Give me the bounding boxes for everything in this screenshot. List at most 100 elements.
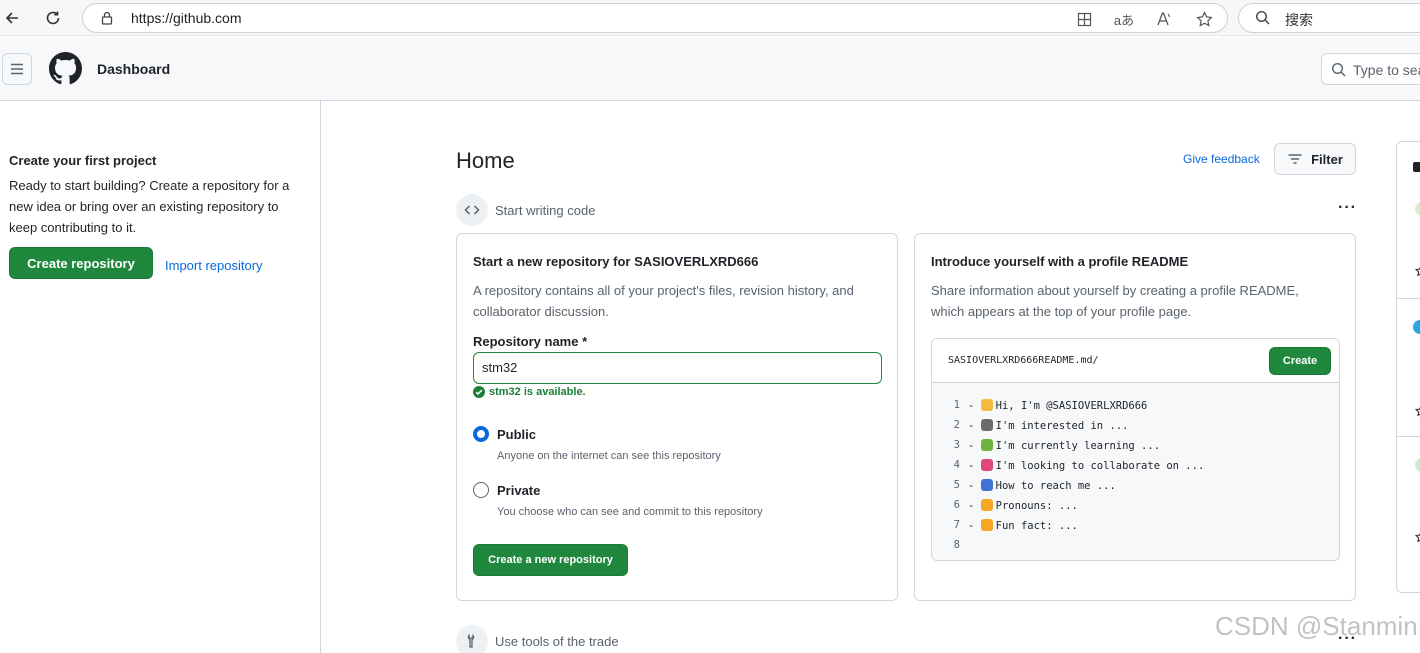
browser-toolbar: https://github.com aあ 搜索: [0, 0, 1420, 36]
line-text: - I'm looking to collaborate on ...: [968, 458, 1205, 472]
github-logo-icon[interactable]: [49, 52, 82, 85]
avatar: [1413, 320, 1420, 334]
readme-code-line: 5 - How to reach me ...: [932, 475, 1339, 495]
card-description: A repository contains all of your projec…: [473, 283, 854, 319]
line-text: - I'm interested in ...: [968, 418, 1129, 432]
line-text: - I'm currently learning ...: [968, 438, 1161, 452]
new-repository-card: Start a new repository for SASIOVERLXRD6…: [456, 233, 898, 601]
watermark: CSDN @Stanmin: [1215, 611, 1418, 641]
public-radio[interactable]: [473, 426, 489, 442]
line-number: 3: [953, 439, 960, 451]
line-content: Pronouns: ...: [995, 499, 1078, 512]
page-title: Home: [456, 148, 515, 173]
repository-name-label: Repository name *: [473, 334, 588, 349]
hamburger-icon: [11, 63, 23, 75]
mailbox-icon: [980, 478, 993, 491]
address-bar[interactable]: https://github.com aあ: [82, 3, 1228, 33]
zap-icon: [980, 518, 993, 531]
private-radio[interactable]: [473, 482, 489, 498]
url-text: https://github.com: [131, 10, 242, 26]
browser-search-box[interactable]: 搜索: [1238, 3, 1420, 33]
menu-button[interactable]: [2, 53, 32, 85]
card-title: Start a new repository for SASIOVERLXRD6…: [473, 254, 759, 269]
line-number: 7: [953, 519, 960, 531]
right-explore-card: [1396, 141, 1420, 593]
public-help-text: Anyone on the internet can see this repo…: [497, 450, 721, 462]
readme-code-body: 1 - Hi, I'm @SASIOVERLXRD666 2 - I'm intere…: [932, 383, 1339, 560]
readme-preview: SASIOVERLXRD666README.md/ Create 1 - Hi, …: [931, 338, 1340, 561]
private-help-text: You choose who can see and commit to thi…: [497, 506, 763, 518]
page-context-title[interactable]: Dashboard: [97, 61, 170, 77]
left-sidebar: Create your first project Ready to start…: [0, 101, 321, 653]
filter-button[interactable]: Filter: [1274, 143, 1356, 175]
card-title: Introduce yourself with a profile README: [931, 254, 1189, 269]
tools-icon: [456, 625, 488, 653]
back-icon[interactable]: [0, 6, 24, 30]
line-number: 4: [953, 459, 960, 471]
github-header: Dashboard Type to sea: [0, 37, 1420, 101]
create-new-repository-button[interactable]: Create a new repository: [473, 544, 628, 576]
check-circle-icon: [473, 386, 485, 398]
readme-code-line: 2 - I'm interested in ...: [932, 415, 1339, 435]
github-search-input[interactable]: Type to sea: [1321, 53, 1420, 85]
line-content: Fun fact: ...: [995, 519, 1078, 532]
section-use-tools: Use tools of the trade: [456, 625, 619, 653]
grid-icon[interactable]: [1073, 8, 1095, 30]
readme-file-header: SASIOVERLXRD666README.md/ Create: [932, 339, 1339, 383]
line-number: 6: [953, 499, 960, 511]
line-content: How to reach me ...: [995, 479, 1116, 492]
more-options-icon[interactable]: ···: [1338, 199, 1357, 217]
divider: [1397, 298, 1420, 299]
profile-readme-card: Introduce yourself with a profile README…: [914, 233, 1356, 601]
line-content: Hi, I'm @SASIOVERLXRD666: [995, 399, 1148, 412]
section-start-writing-code: Start writing code: [456, 194, 595, 226]
readme-code-line: 6 - Pronouns: ...: [932, 495, 1339, 515]
repository-name-input[interactable]: stm32: [473, 352, 882, 384]
star-icon[interactable]: [1414, 530, 1420, 543]
code-icon: [456, 194, 488, 226]
refresh-icon[interactable]: [41, 6, 65, 30]
import-repository-link[interactable]: Import repository: [165, 258, 263, 273]
sidebar-description: Ready to start building? Create a reposi…: [9, 178, 290, 235]
readme-file-path: SASIOVERLXRD666README.md/: [948, 355, 1099, 366]
section-label: Start writing code: [495, 202, 596, 218]
availability-message: stm32 is available.: [473, 386, 586, 398]
divider: [1397, 436, 1420, 437]
readme-code-line: 7 - Fun fact: ...: [932, 515, 1339, 535]
section-label: Use tools of the trade: [495, 633, 619, 649]
heart-icon: [980, 458, 993, 471]
search-icon: [1331, 62, 1347, 83]
readme-code-line: 1 - Hi, I'm @SASIOVERLXRD666: [932, 395, 1339, 415]
private-label: Private: [497, 482, 541, 498]
availability-text: stm32 is available.: [489, 386, 586, 398]
create-repository-button[interactable]: Create repository: [9, 247, 153, 279]
star-icon[interactable]: [1414, 264, 1420, 277]
readme-code-line: 3 - I'm currently learning ...: [932, 435, 1339, 455]
avatar: [1415, 458, 1420, 472]
line-text: - Pronouns: ...: [968, 498, 1078, 512]
line-content: I'm looking to collaborate on ...: [995, 459, 1205, 472]
line-text: - Hi, I'm @SASIOVERLXRD666: [968, 398, 1148, 412]
seedling-icon: [980, 438, 993, 451]
line-content: I'm interested in ...: [995, 419, 1129, 432]
line-number: 8: [953, 539, 960, 551]
visibility-private-option[interactable]: Private: [473, 482, 540, 498]
give-feedback-link[interactable]: Give feedback: [1183, 152, 1260, 166]
line-text: - Fun fact: ...: [968, 518, 1078, 532]
star-icon[interactable]: [1193, 8, 1215, 30]
line-number: 2: [953, 419, 960, 431]
github-search-placeholder: Type to sea: [1353, 62, 1420, 78]
visibility-public-option[interactable]: Public: [473, 426, 536, 442]
create-readme-button[interactable]: Create: [1269, 347, 1331, 375]
read-aloud-icon[interactable]: [1153, 8, 1175, 30]
public-label: Public: [497, 426, 537, 442]
filter-icon: [1288, 154, 1302, 164]
translate-icon[interactable]: aあ: [1113, 8, 1135, 30]
browser-search-placeholder: 搜索: [1285, 12, 1313, 28]
star-icon[interactable]: [1414, 404, 1420, 417]
wave-icon: [980, 398, 993, 411]
filter-label: Filter: [1311, 151, 1343, 167]
card-heading-fragment: [1413, 162, 1420, 172]
eyes-icon: [980, 418, 993, 431]
lock-icon[interactable]: [99, 10, 115, 31]
